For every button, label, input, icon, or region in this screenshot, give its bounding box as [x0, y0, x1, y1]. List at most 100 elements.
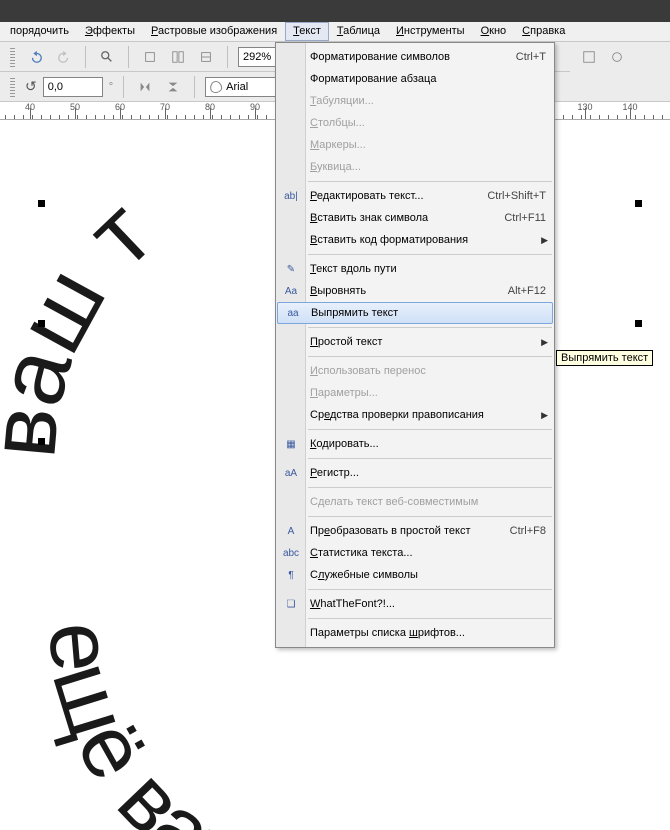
menu-help[interactable]: Справка [514, 22, 573, 41]
menu-arrange[interactable]: порядочить [2, 22, 77, 41]
menu-bitmap[interactable]: Растровые изображения [143, 22, 285, 41]
toolbar-separator [123, 76, 124, 98]
menu-item: Сделать текст веб-совместимым [276, 491, 554, 513]
menu-item[interactable]: aa Выпрямить текст [277, 302, 553, 324]
menu-item[interactable]: ¶Служебные символы [276, 564, 554, 586]
selection-handle[interactable] [38, 438, 45, 445]
menu-item-icon: ❏ [281, 596, 301, 612]
menu-item-shortcut: Ctrl+F8 [510, 525, 546, 537]
font-type-icon [209, 80, 223, 94]
menu-item[interactable]: Вставить код форматирования▶ [276, 229, 554, 251]
mirror-v-button[interactable] [162, 76, 184, 98]
tool-button[interactable] [195, 46, 217, 68]
menu-item-label: Параметры списка шрифтов... [310, 627, 546, 639]
menu-item[interactable]: Простой текст▶ [276, 331, 554, 353]
menu-item-icon: aa [283, 305, 303, 321]
menu-item-label: Средства проверки правописания [310, 409, 546, 421]
menu-table[interactable]: Таблица [329, 22, 388, 41]
menu-item-label: Параметры... [310, 387, 546, 399]
menu-item-label: WhatTheFont?!... [310, 598, 546, 610]
menu-item: Маркеры... [276, 134, 554, 156]
menu-item-icon: Aa [281, 283, 301, 299]
menu-separator [308, 181, 552, 182]
menu-separator [308, 429, 552, 430]
menu-tools[interactable]: Инструменты [388, 22, 473, 41]
menu-item[interactable]: ❏ WhatTheFont?!... [276, 593, 554, 615]
menu-item-label: Использовать перенос [310, 365, 546, 377]
menu-item-label: Маркеры... [310, 139, 546, 151]
menu-item[interactable]: Форматирование символовCtrl+T [276, 46, 554, 68]
zoom-value: 292% [243, 51, 271, 63]
menu-item-icon: ▦ [281, 436, 301, 452]
menu-item-label: Столбцы... [310, 117, 546, 129]
menu-item[interactable]: abc Статистика текста... [276, 542, 554, 564]
menu-item[interactable]: Вставить знак символаCtrl+F11 [276, 207, 554, 229]
tool-button[interactable] [167, 46, 189, 68]
font-family-value: Arial [226, 81, 248, 93]
toolbar-separator [227, 46, 228, 68]
menu-item[interactable]: Параметры списка шрифтов... [276, 622, 554, 644]
menu-item-label: Статистика текста... [310, 547, 546, 559]
undo-button[interactable] [25, 46, 47, 68]
menu-item[interactable]: ▦ Кодировать... [276, 433, 554, 455]
menu-item[interactable]: ab|Редактировать текст...Ctrl+Shift+T [276, 185, 554, 207]
menu-separator [308, 618, 552, 619]
menu-item[interactable]: ✎Текст вдоль пути [276, 258, 554, 280]
menu-text[interactable]: Текст [285, 22, 329, 41]
menu-separator [308, 327, 552, 328]
submenu-arrow-icon: ▶ [541, 410, 548, 421]
menu-item-label: Простой текст [310, 336, 546, 348]
menu-item[interactable]: AПреобразовать в простой текстCtrl+F8 [276, 520, 554, 542]
menu-item-shortcut: Alt+F12 [508, 285, 546, 297]
menu-item-label: Сделать текст веб-совместимым [310, 496, 546, 508]
menu-item-icon: abc [281, 545, 301, 561]
menu-item-icon: ab| [281, 188, 301, 204]
tool-button[interactable] [139, 46, 161, 68]
menu-separator [308, 487, 552, 488]
menu-item-label: Преобразовать в простой текст [310, 525, 510, 537]
toolbar-grip[interactable] [10, 77, 15, 97]
rotation-icon: ↺ [25, 78, 37, 95]
selection-handle[interactable] [38, 320, 45, 327]
menu-item[interactable]: aAРегистр... [276, 462, 554, 484]
menu-item[interactable]: Средства проверки правописания▶ [276, 404, 554, 426]
selection-handle[interactable] [635, 320, 642, 327]
menu-item: Буквица... [276, 156, 554, 178]
redo-button[interactable] [53, 46, 75, 68]
menu-item-label: Вставить знак символа [310, 212, 504, 224]
selection-handle[interactable] [38, 200, 45, 207]
menu-item-label: Форматирование символов [310, 51, 516, 63]
menu-item-shortcut: Ctrl+F11 [504, 212, 546, 224]
menu-bar: порядочить Эффекты Растровые изображения… [0, 22, 670, 42]
menu-item-label: Выпрямить текст [311, 307, 544, 319]
menu-item: Табуляции... [276, 90, 554, 112]
menu-item-label: Вставить код форматирования [310, 234, 546, 246]
menu-item[interactable]: Форматирование абзаца [276, 68, 554, 90]
options-button[interactable] [606, 46, 628, 68]
menu-item-label: Табуляции... [310, 95, 546, 107]
toolbar-grip[interactable] [10, 47, 15, 67]
selection-handle[interactable] [635, 200, 642, 207]
menu-window[interactable]: Окно [473, 22, 515, 41]
menu-item-icon: aA [281, 465, 301, 481]
curved-text-top: ваш т [0, 181, 172, 462]
menu-item-label: Выровнять [310, 285, 508, 297]
menu-separator [308, 589, 552, 590]
menu-item[interactable]: Aa ВыровнятьAlt+F12 [276, 280, 554, 302]
toolbar-right-fragment-1 [570, 42, 670, 72]
snap-button[interactable] [578, 46, 600, 68]
mirror-h-button[interactable] [134, 76, 156, 98]
menu-separator [308, 458, 552, 459]
menu-separator [308, 356, 552, 357]
curved-text-bottom: ещё ваш текст [30, 618, 486, 830]
menu-effects[interactable]: Эффекты [77, 22, 143, 41]
coordinate-input[interactable]: 0,0 [43, 77, 103, 97]
search-button[interactable] [96, 46, 118, 68]
toolbar-separator [128, 46, 129, 68]
menu-item-label: Служебные символы [310, 569, 546, 581]
menu-item-label: Текст вдоль пути [310, 263, 546, 275]
toolbar-separator [85, 46, 86, 68]
text-menu-dropdown: Форматирование символовCtrl+TФорматирова… [275, 42, 555, 648]
menu-item-label: Кодировать... [310, 438, 546, 450]
menu-item-shortcut: Ctrl+T [516, 51, 546, 63]
